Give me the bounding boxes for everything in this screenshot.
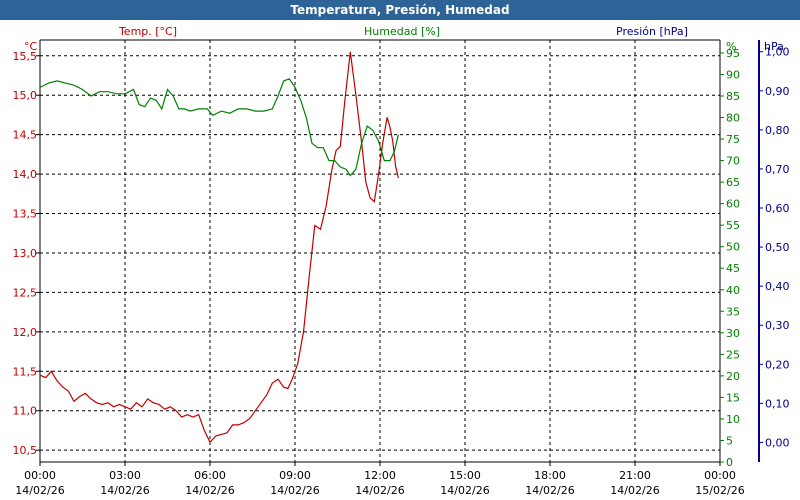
humidity-tick-label: 5 — [726, 434, 733, 447]
temp-tick-label: 15,0 — [13, 89, 38, 102]
time-tick-label: 00:00 — [24, 469, 56, 482]
humidity-tick-label: 60 — [726, 198, 740, 211]
temp-tick-label: 13,0 — [13, 247, 38, 260]
series-line-temp — [39, 51, 399, 444]
date-tick-label: 14/02/26 — [610, 484, 659, 497]
time-tick-label: 03:00 — [109, 469, 141, 482]
humidity-tick-label: 40 — [726, 284, 740, 297]
pressure-tick-label: 0,60 — [765, 202, 790, 215]
date-tick-label: 14/02/26 — [355, 484, 404, 497]
legend-hum: Humedad [%] — [364, 25, 440, 38]
series-lines — [39, 51, 399, 444]
temp-tick-label: 11,0 — [13, 405, 38, 418]
time-tick-label: 00:00 — [704, 469, 736, 482]
date-tick-label: 14/02/26 — [270, 484, 319, 497]
humidity-tick-label: 65 — [726, 176, 740, 189]
humidity-tick-label: 90 — [726, 68, 740, 81]
time-tick-label: 21:00 — [619, 469, 651, 482]
date-tick-label: 14/02/26 — [185, 484, 234, 497]
temp-tick-label: 12,0 — [13, 326, 38, 339]
pressure-tick-label: 0,00 — [765, 436, 790, 449]
series-line-hum — [39, 78, 399, 177]
humidity-tick-label: 50 — [726, 241, 740, 254]
humidity-axis-unit: % — [726, 40, 736, 53]
humidity-tick-label: 30 — [726, 327, 740, 340]
time-tick-label: 18:00 — [534, 469, 566, 482]
humidity-tick-label: 85 — [726, 90, 740, 103]
humidity-tick-label: 20 — [726, 370, 740, 383]
humidity-tick-label: 45 — [726, 262, 740, 275]
humidity-tick-label: 70 — [726, 155, 740, 168]
pressure-tick-label: 0,40 — [765, 280, 790, 293]
legend-temp: Temp. [°C] — [118, 25, 177, 38]
axes: 10,5 11,0 11,5 12,0 12,5 13,0 13,5 14,0 14,5 15,0… — [13, 25, 790, 497]
date-tick-label: 14/02/26 — [440, 484, 489, 497]
chart-canvas: 10,5 11,0 11,5 12,0 12,5 13,0 13,5 14,0 14,5 15,0… — [13, 25, 790, 497]
humidity-tick-label: 55 — [726, 219, 740, 232]
date-tick-label: 14/02/26 — [15, 484, 64, 497]
humidity-tick-label: 25 — [726, 348, 740, 361]
pressure-tick-label: 0,70 — [765, 163, 790, 176]
humidity-tick-label: 10 — [726, 413, 740, 426]
pressure-tick-label: 0,80 — [765, 124, 790, 137]
pressure-tick-label: 0,10 — [765, 397, 790, 410]
temp-axis-unit: °C — [24, 40, 38, 53]
legend-pres: Presión [hPa] — [616, 25, 688, 38]
time-tick-label: 06:00 — [194, 469, 226, 482]
temp-tick-label: 11,5 — [13, 365, 38, 378]
humidity-tick-label: 75 — [726, 133, 740, 146]
time-tick-label: 09:00 — [279, 469, 311, 482]
temp-tick-label: 14,0 — [13, 168, 38, 181]
humidity-tick-label: 15 — [726, 391, 740, 404]
gridlines — [40, 40, 720, 462]
temp-tick-label: 13,5 — [13, 208, 38, 221]
temp-tick-label: 12,5 — [13, 286, 38, 299]
temp-tick-label: 14,5 — [13, 129, 38, 142]
humidity-tick-label: 80 — [726, 112, 740, 125]
date-tick-label: 14/02/26 — [100, 484, 149, 497]
pressure-tick-label: 0,90 — [765, 85, 790, 98]
time-tick-label: 12:00 — [364, 469, 396, 482]
humidity-tick-label: 35 — [726, 305, 740, 318]
pressure-axis-unit: hPa — [764, 40, 784, 53]
temp-tick-label: 10,5 — [13, 444, 38, 457]
pressure-tick-label: 0,30 — [765, 319, 790, 332]
humidity-tick-label: 0 — [726, 456, 733, 469]
pressure-tick-label: 0,20 — [765, 358, 790, 371]
time-tick-label: 15:00 — [449, 469, 481, 482]
date-tick-label: 14/02/26 — [525, 484, 574, 497]
pressure-tick-label: 0,50 — [765, 241, 790, 254]
date-tick-label: 15/02/26 — [695, 484, 744, 497]
